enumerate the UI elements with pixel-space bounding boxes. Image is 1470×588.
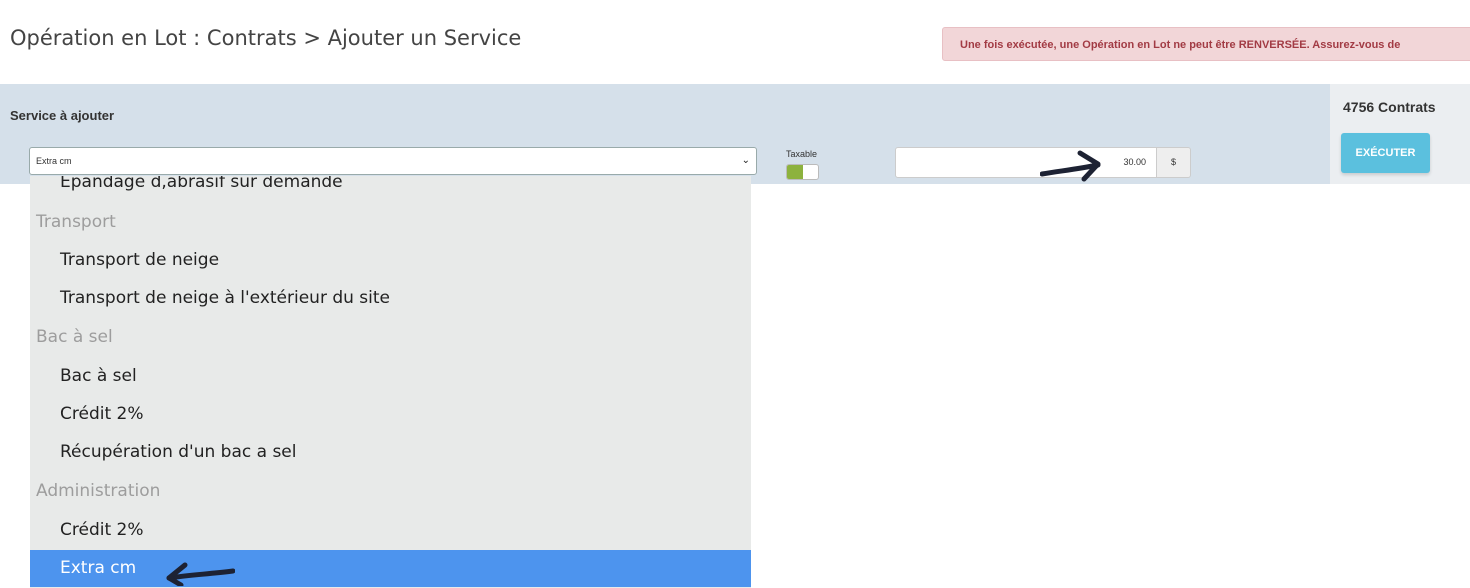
price-input[interactable]: 30.00 <box>895 147 1157 178</box>
dropdown-group-label: Transport <box>36 212 116 232</box>
dropdown-option[interactable]: Transport de neige à l'extérieur du site <box>30 280 751 317</box>
dropdown-option[interactable]: Crédit 2% <box>30 512 751 549</box>
service-select[interactable]: Extra cm ⌄ <box>29 147 757 175</box>
currency-addon: $ <box>1157 147 1191 178</box>
dropdown-option[interactable]: Bac à sel <box>30 358 751 395</box>
chevron-down-icon: ⌄ <box>741 155 750 166</box>
dropdown-group-label: Bac à sel <box>36 327 113 347</box>
page-title: Opération en Lot : Contrats > Ajouter un… <box>10 26 522 50</box>
taxable-label: Taxable <box>786 149 818 159</box>
service-label: Service à ajouter <box>10 108 115 123</box>
dropdown-option[interactable]: Récupération d'un bac a sel <box>30 434 751 471</box>
taxable-toggle[interactable] <box>786 164 819 180</box>
warning-banner: Une fois exécutée, une Opération en Lot … <box>942 27 1470 61</box>
execute-button[interactable]: EXÉCUTER <box>1341 133 1430 173</box>
arrow-right-icon <box>1040 150 1101 182</box>
dropdown-option[interactable]: Crédit 2% <box>30 396 751 433</box>
service-select-value: Extra cm <box>36 156 72 166</box>
dropdown-option[interactable]: Transport de neige <box>30 242 751 279</box>
arrow-left-icon <box>166 562 235 586</box>
contracts-count: 4756 Contrats <box>1343 99 1436 115</box>
service-dropdown-list: Épandage d,abrasif sur demande Transport… <box>30 176 751 588</box>
toggle-on-indicator <box>787 165 803 179</box>
dropdown-option-selected[interactable]: Extra cm <box>30 550 751 587</box>
dropdown-group-label: Administration <box>36 481 161 501</box>
dropdown-option[interactable]: Épandage d,abrasif sur demande <box>30 176 751 201</box>
